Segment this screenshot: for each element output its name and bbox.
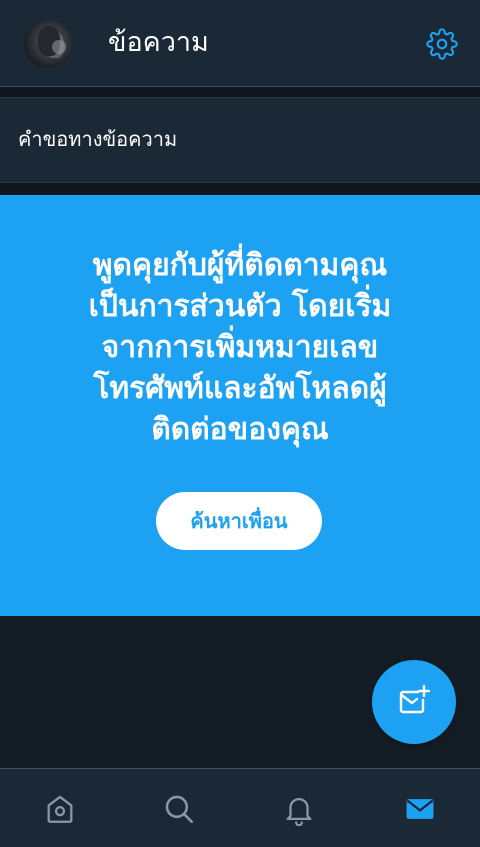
bottom-nav	[0, 768, 480, 847]
top-app-bar: ข้อความ	[0, 0, 480, 87]
nav-home[interactable]	[42, 791, 78, 827]
home-icon	[47, 795, 73, 823]
message-requests-row[interactable]: คำขอทางข้อความ	[0, 97, 480, 183]
messages-screen: ข้อความ คำขอทางข้อความ พูดคุยกับผู้ที่ติ…	[0, 0, 480, 847]
promo-line: พูดคุยกับผู้ที่ติดตามคุณ	[92, 248, 388, 283]
page-title: ข้อความ	[108, 27, 209, 58]
promo-line: โทรศัพท์และอัพโหลดผู้	[93, 371, 387, 406]
new-message-button[interactable]	[372, 660, 456, 744]
promo-text: พูดคุยกับผู้ที่ติดตามคุณ เป็นการส่วนตัว …	[30, 245, 450, 450]
find-friends-button[interactable]: ค้นหาเพื่อน	[156, 492, 322, 550]
nav-notifications[interactable]	[281, 791, 317, 827]
divider	[0, 87, 480, 97]
nav-messages[interactable]	[402, 791, 438, 827]
promo-line: ติดต่อของคุณ	[151, 412, 329, 447]
promo-line: จากการเพิ่มหมายเลข	[101, 330, 379, 365]
message-requests-label: คำขอทางข้อความ	[18, 127, 178, 151]
settings-button[interactable]	[424, 26, 460, 62]
mail-icon	[406, 799, 434, 819]
bell-icon	[286, 798, 312, 826]
find-friends-promo: พูดคุยกับผู้ที่ติดตามคุณ เป็นการส่วนตัว …	[0, 195, 480, 616]
promo-line: เป็นการส่วนตัว โดยเริ่ม	[88, 289, 392, 324]
nav-search[interactable]	[161, 791, 197, 827]
new-message-icon	[399, 684, 431, 714]
divider	[0, 183, 480, 195]
search-icon	[165, 795, 194, 824]
gear-icon	[426, 28, 458, 60]
avatar[interactable]	[24, 20, 72, 68]
